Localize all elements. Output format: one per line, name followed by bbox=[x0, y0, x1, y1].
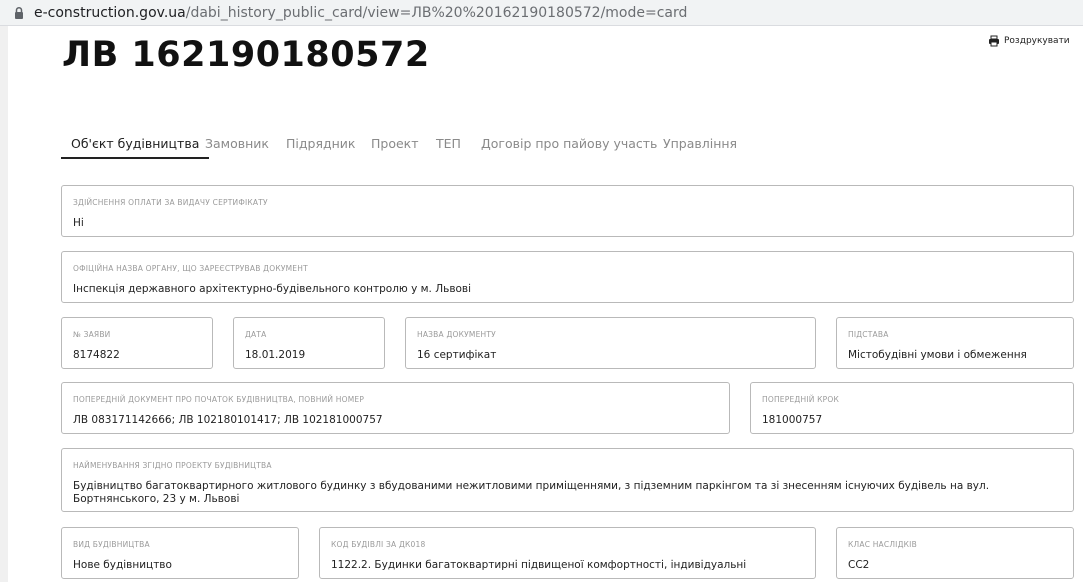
field-value: ЛВ 083171142666; ЛВ 102180101417; ЛВ 102… bbox=[73, 414, 383, 426]
field-label: № ЗАЯВИ bbox=[73, 330, 111, 339]
field-value: 18.01.2019 bbox=[245, 349, 306, 361]
print-button[interactable]: Роздрукувати bbox=[988, 35, 1070, 47]
field-label: ВИД БУДІВНИЦТВА bbox=[73, 540, 150, 549]
tab-equity-agreement[interactable]: Договір про пайову участь bbox=[471, 128, 667, 159]
field-value: Містобудівні умови і обмеження bbox=[848, 349, 1027, 361]
field-label: ДАТА bbox=[245, 330, 267, 339]
tab-tep[interactable]: ТЕП bbox=[426, 128, 471, 159]
field-value: Нове будівництво bbox=[73, 559, 172, 571]
field-label: ПОПЕРЕДНІЙ ДОКУМЕНТ ПРО ПОЧАТОК БУДІВНИЦ… bbox=[73, 395, 365, 404]
tab-project[interactable]: Проект bbox=[361, 128, 429, 159]
field-building-code: КОД БУДІВЛІ ЗА ДК018 1122.2. Будинки баг… bbox=[319, 527, 816, 579]
field-label: НАЗВА ДОКУМЕНТУ bbox=[417, 330, 496, 339]
field-label: КЛАС НАСЛІДКІВ bbox=[848, 540, 917, 549]
field-value: Будівництво багатоквартирного житлового … bbox=[73, 480, 990, 505]
field-label: ЗДІЙСНЕННЯ ОПЛАТИ ЗА ВИДАЧУ СЕРТИФІКАТУ bbox=[73, 198, 268, 207]
field-label: НАЙМЕНУВАННЯ ЗГІДНО ПРОЕКТУ БУДІВНИЦТВА bbox=[73, 461, 272, 470]
url-host: e-construction.gov.ua bbox=[34, 5, 186, 21]
field-consequence-class: КЛАС НАСЛІДКІВ СС2 bbox=[836, 527, 1074, 579]
field-value: 8174822 bbox=[73, 349, 120, 361]
field-label: ОФІЦІЙНА НАЗВА ОРГАНУ, ЩО ЗАРЕЄСТРУВАВ Д… bbox=[73, 264, 308, 273]
tab-contractor[interactable]: Підрядник bbox=[276, 128, 365, 159]
tab-management[interactable]: Управління bbox=[653, 128, 747, 159]
field-previous-step: ПОПЕРЕДНІЙ КРОК 181000757 bbox=[750, 382, 1074, 434]
field-authority: ОФІЦІЙНА НАЗВА ОРГАНУ, ЩО ЗАРЕЄСТРУВАВ Д… bbox=[61, 251, 1074, 303]
page-title: ЛВ 162190180572 bbox=[62, 35, 430, 75]
field-label: КОД БУДІВЛІ ЗА ДК018 bbox=[331, 540, 426, 549]
field-application-number: № ЗАЯВИ 8174822 bbox=[61, 317, 213, 369]
field-value: 16 сертифікат bbox=[417, 349, 497, 361]
printer-icon bbox=[989, 35, 999, 47]
url-text[interactable]: e-construction.gov.ua/dabi_history_publi… bbox=[34, 4, 687, 22]
field-value: 181000757 bbox=[762, 414, 823, 426]
field-value: СС2 bbox=[848, 559, 870, 571]
address-bar[interactable]: e-construction.gov.ua/dabi_history_publi… bbox=[0, 0, 1083, 26]
tab-object[interactable]: Об'єкт будівництва bbox=[61, 128, 210, 159]
field-payment: ЗДІЙСНЕННЯ ОПЛАТИ ЗА ВИДАЧУ СЕРТИФІКАТУ … bbox=[61, 185, 1074, 237]
field-value: Ні bbox=[73, 217, 84, 229]
field-label: ПОПЕРЕДНІЙ КРОК bbox=[762, 395, 839, 404]
field-project-name: НАЙМЕНУВАННЯ ЗГІДНО ПРОЕКТУ БУДІВНИЦТВА … bbox=[61, 448, 1074, 512]
field-value: 1122.2. Будинки багатоквартирні підвищен… bbox=[331, 559, 747, 571]
field-document-name: НАЗВА ДОКУМЕНТУ 16 сертифікат bbox=[405, 317, 816, 369]
lock-icon bbox=[15, 6, 23, 19]
print-label: Роздрукувати bbox=[1004, 36, 1070, 46]
field-basis: ПІДСТАВА Містобудівні умови і обмеження bbox=[836, 317, 1074, 369]
tab-customer[interactable]: Замовник bbox=[195, 128, 279, 159]
left-edge-strip bbox=[0, 26, 8, 582]
field-value: Інспекція державного архітектурно-будіве… bbox=[73, 283, 472, 295]
field-label: ПІДСТАВА bbox=[848, 330, 889, 339]
field-date: ДАТА 18.01.2019 bbox=[233, 317, 385, 369]
field-previous-document: ПОПЕРЕДНІЙ ДОКУМЕНТ ПРО ПОЧАТОК БУДІВНИЦ… bbox=[61, 382, 730, 434]
url-path: /dabi_history_public_card/view=ЛВ%20%201… bbox=[185, 5, 688, 21]
field-construction-type: ВИД БУДІВНИЦТВА Нове будівництво bbox=[61, 527, 299, 579]
